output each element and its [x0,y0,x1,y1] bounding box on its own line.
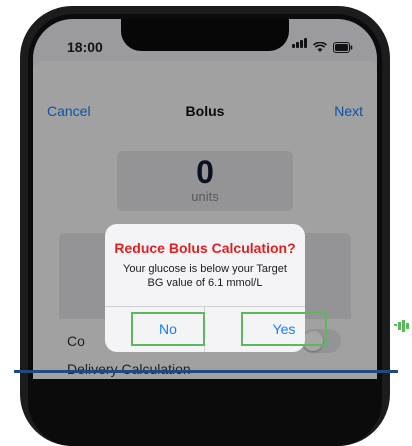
no-button[interactable]: No [131,312,205,346]
alert-message: Your glucose is below your Target BG val… [123,263,287,289]
phone-screen: 18:00 Cancel Bolus Next 0 units Co Deliv… [33,19,377,379]
bar-chart-icon [394,320,409,332]
reduce-bolus-alert: Reduce Bolus Calculation? Your glucose i… [105,224,327,352]
alert-title: Reduce Bolus Calculation? [114,240,296,256]
bottom-rule [14,370,398,373]
alert-divider [105,306,305,307]
yes-button[interactable]: Yes [241,312,327,346]
